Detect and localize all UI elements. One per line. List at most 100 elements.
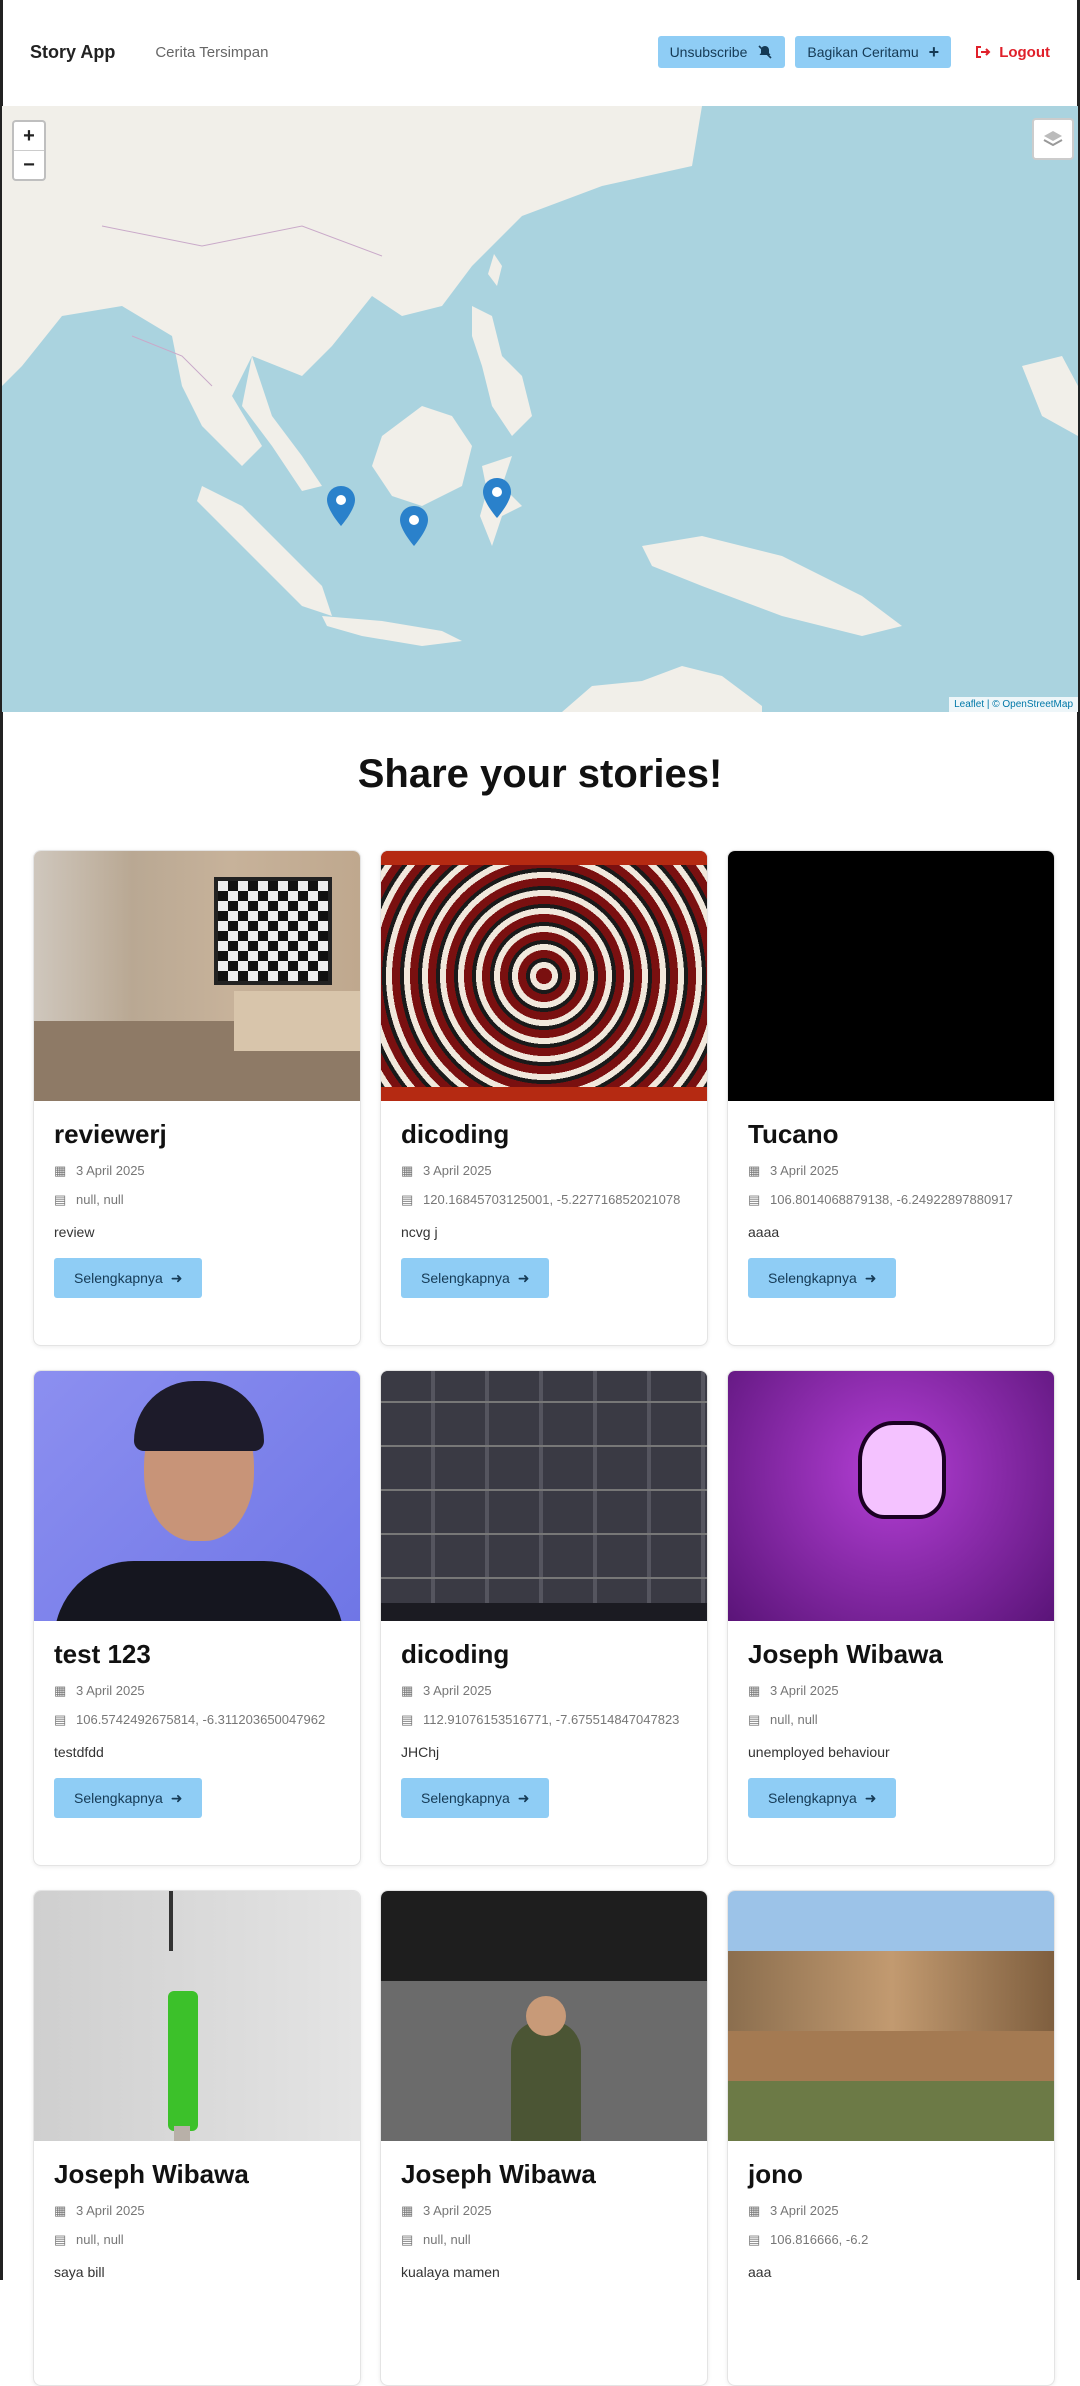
- story-description: review: [54, 1224, 95, 1240]
- logout-label: Logout: [999, 43, 1050, 61]
- story-coords: 112.91076153516771, -7.675514847047823: [423, 1712, 680, 1727]
- story-image: [728, 1371, 1054, 1621]
- story-description: aaaa: [748, 1224, 780, 1240]
- story-card: dicoding ▦ 3 April 2025 ▤ 112.910761535167…: [380, 1370, 708, 1866]
- read-more-label: Selengkapnya: [74, 1270, 163, 1286]
- story-date: ▦ 3 April 2025: [748, 1162, 1034, 1179]
- calendar-icon: ▦: [401, 1683, 414, 1698]
- calendar-icon: ▦: [748, 1683, 761, 1698]
- story-location: ▤ null, null: [54, 2231, 340, 2248]
- calendar-icon: ▦: [748, 1163, 761, 1178]
- calendar-icon: ▦: [54, 2203, 67, 2218]
- story-title: Joseph Wibawa: [54, 2159, 249, 2189]
- arrow-right-icon: ➜: [517, 1269, 530, 1286]
- story-description: JHChj: [401, 1744, 440, 1760]
- read-more-label: Selengkapnya: [421, 1270, 510, 1286]
- read-more-label: Selengkapnya: [421, 1790, 510, 1806]
- logout-button[interactable]: Logout: [975, 44, 1050, 61]
- top-navbar: Story App Cerita Tersimpan Unsubscribe B…: [0, 0, 1080, 104]
- story-date: ▦ 3 April 2025: [401, 1162, 687, 1179]
- brand-logo[interactable]: Story App: [30, 42, 115, 63]
- story-coords: 106.5742492675814, -6.311203650047962: [76, 1712, 326, 1727]
- arrow-right-icon: ➜: [864, 1789, 877, 1806]
- story-location: ▤ null, null: [54, 1191, 340, 1208]
- story-coords: null, null: [770, 1712, 818, 1727]
- story-description: testdfdd: [54, 1744, 104, 1760]
- story-card: Joseph Wibawa ▦ 3 April 2025 ▤ null, null …: [380, 1890, 708, 2386]
- read-more-button[interactable]: Selengkapnya ➜: [54, 1258, 203, 1298]
- map-icon: ▤: [401, 1712, 414, 1727]
- share-story-label: Bagikan Ceritamu: [807, 44, 919, 60]
- story-date: ▦ 3 April 2025: [748, 1682, 1034, 1699]
- unsubscribe-button[interactable]: Unsubscribe: [657, 36, 786, 68]
- map-icon: ▤: [401, 1192, 414, 1207]
- story-description: ncvg j: [401, 1224, 438, 1240]
- story-date-text: 3 April 2025: [770, 1163, 839, 1178]
- story-card: Joseph Wibawa ▦ 3 April 2025 ▤ null, null …: [33, 1890, 361, 2386]
- zoom-control: + −: [12, 120, 46, 181]
- story-title: reviewerj: [54, 1119, 167, 1149]
- zoom-out-button[interactable]: −: [14, 150, 44, 179]
- calendar-icon: ▦: [748, 2203, 761, 2218]
- story-date-text: 3 April 2025: [76, 2203, 145, 2218]
- map-icon: ▤: [748, 2232, 761, 2247]
- story-card: Joseph Wibawa ▦ 3 April 2025 ▤ null, null …: [727, 1370, 1055, 1866]
- story-date: ▦ 3 April 2025: [54, 1682, 340, 1699]
- map-icon: ▤: [401, 2232, 414, 2247]
- read-more-button[interactable]: Selengkapnya ➜: [401, 1778, 550, 1818]
- bell-slash-icon: [758, 45, 772, 59]
- story-date-text: 3 April 2025: [423, 1683, 492, 1698]
- read-more-button[interactable]: Selengkapnya ➜: [401, 1258, 550, 1298]
- story-date: ▦ 3 April 2025: [401, 1682, 687, 1699]
- map-icon: ▤: [748, 1192, 761, 1207]
- unsubscribe-label: Unsubscribe: [669, 44, 748, 60]
- story-map[interactable]: + − Leaflet | © OpenStreetMap: [2, 106, 1078, 712]
- map-attribution[interactable]: Leaflet | © OpenStreetMap: [949, 697, 1078, 712]
- nav-saved-stories[interactable]: Cerita Tersimpan: [155, 44, 268, 61]
- calendar-icon: ▦: [54, 1163, 67, 1178]
- story-date-text: 3 April 2025: [770, 1683, 839, 1698]
- share-story-button[interactable]: Bagikan Ceritamu +: [795, 36, 952, 68]
- read-more-button[interactable]: Selengkapnya ➜: [54, 1778, 203, 1818]
- logout-icon: [976, 46, 991, 58]
- story-location: ▤ 106.8014068879138, -6.24922897880917: [748, 1191, 1034, 1208]
- map-tiles: [2, 106, 1078, 712]
- story-card: reviewerj ▦ 3 April 2025 ▤ null, null revi…: [33, 850, 361, 1346]
- map-marker[interactable]: [483, 478, 511, 518]
- story-location: ▤ null, null: [748, 1711, 1034, 1728]
- story-coords: null, null: [76, 2232, 124, 2247]
- story-date-text: 3 April 2025: [76, 1163, 145, 1178]
- arrow-right-icon: ➜: [517, 1789, 530, 1806]
- calendar-icon: ▦: [54, 1683, 67, 1698]
- read-more-label: Selengkapnya: [768, 1790, 857, 1806]
- story-coords: null, null: [76, 1192, 124, 1207]
- read-more-button[interactable]: Selengkapnya ➜: [748, 1778, 897, 1818]
- map-icon: ▤: [54, 1192, 67, 1207]
- map-marker[interactable]: [400, 506, 428, 546]
- zoom-in-button[interactable]: +: [14, 122, 44, 150]
- read-more-label: Selengkapnya: [74, 1790, 163, 1806]
- story-date: ▦ 3 April 2025: [54, 2202, 340, 2219]
- story-date-text: 3 April 2025: [770, 2203, 839, 2218]
- map-icon: ▤: [54, 1712, 67, 1727]
- story-coords: 106.8014068879138, -6.24922897880917: [770, 1192, 1013, 1207]
- story-location: ▤ 106.5742492675814, -6.311203650047962: [54, 1711, 340, 1728]
- read-more-label: Selengkapnya: [768, 1270, 857, 1286]
- story-description: saya bill: [54, 2264, 105, 2280]
- map-marker[interactable]: [327, 486, 355, 526]
- story-date: ▦ 3 April 2025: [401, 2202, 687, 2219]
- plus-icon: +: [928, 41, 940, 62]
- story-image: [34, 1371, 360, 1621]
- story-location: ▤ 120.16845703125001, -5.227716852021078: [401, 1191, 687, 1208]
- story-card: test 123 ▦ 3 April 2025 ▤ 106.574249267581…: [33, 1370, 361, 1866]
- story-title: dicoding: [401, 1119, 510, 1149]
- story-image: [381, 1891, 707, 2141]
- calendar-icon: ▦: [401, 1163, 414, 1178]
- story-card: jono ▦ 3 April 2025 ▤ 106.816666, -6.2 aaa: [727, 1890, 1055, 2386]
- map-icon: ▤: [54, 2232, 67, 2247]
- story-image: [381, 851, 707, 1101]
- layers-button[interactable]: [1032, 118, 1074, 160]
- story-title: dicoding: [401, 1639, 510, 1669]
- read-more-button[interactable]: Selengkapnya ➜: [748, 1258, 897, 1298]
- story-title: Joseph Wibawa: [401, 2159, 596, 2189]
